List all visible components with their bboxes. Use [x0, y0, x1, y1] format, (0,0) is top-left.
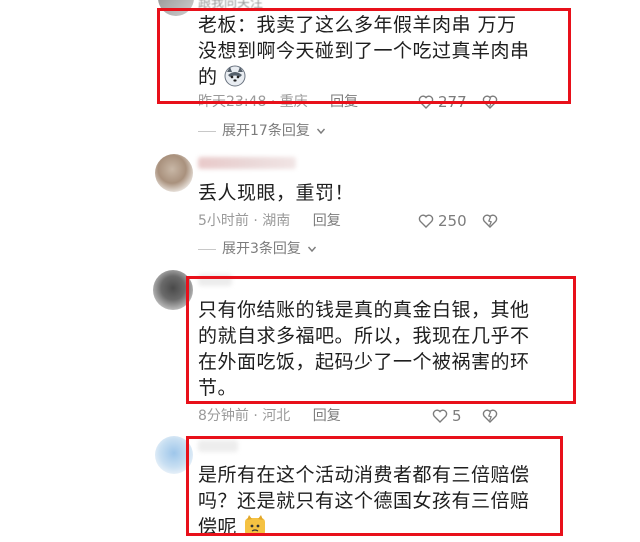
expand-replies-label: 展开17条回复: [222, 123, 310, 139]
highlight-box: [157, 8, 571, 104]
like-button[interactable]: 5: [432, 406, 462, 426]
reply-button[interactable]: 回复: [313, 213, 341, 229]
expand-replies-label: 展开3条回复: [222, 241, 301, 257]
comment-time: 8分钟前: [198, 408, 249, 424]
comment-text-line: 丢人现眼，重罚！: [198, 182, 355, 204]
reply-button[interactable]: 回复: [313, 408, 341, 424]
highlight-box: [186, 436, 563, 536]
comment-meta: 5小时前 · 湖南 回复: [198, 211, 341, 231]
comment-location: 河北: [262, 408, 291, 424]
comment-meta: 8分钟前 · 河北 回复: [198, 406, 341, 426]
meta-separator: ·: [253, 408, 258, 424]
expand-replies-button[interactable]: 展开3条回复: [198, 239, 317, 259]
like-button[interactable]: 250: [418, 211, 467, 231]
dislike-button[interactable]: [482, 408, 498, 424]
divider-dash: [198, 248, 216, 250]
dislike-heart-icon: [482, 214, 498, 228]
comment-location: 湖南: [262, 213, 291, 229]
like-count: 250: [438, 212, 467, 230]
avatar[interactable]: [155, 154, 193, 192]
like-count: 5: [452, 407, 462, 425]
chevron-down-icon: [316, 128, 325, 135]
chevron-down-icon: [307, 246, 316, 253]
dislike-heart-icon: [482, 409, 498, 423]
heart-icon: [418, 214, 434, 228]
comment-time: 5小时前: [198, 213, 249, 229]
heart-icon: [432, 409, 448, 423]
divider-dash: [198, 130, 216, 132]
expand-replies-button[interactable]: 展开17条回复: [198, 121, 326, 141]
username[interactable]: [198, 157, 296, 169]
highlight-box: [186, 276, 576, 404]
dislike-button[interactable]: [482, 213, 498, 229]
meta-separator: ·: [253, 213, 258, 229]
